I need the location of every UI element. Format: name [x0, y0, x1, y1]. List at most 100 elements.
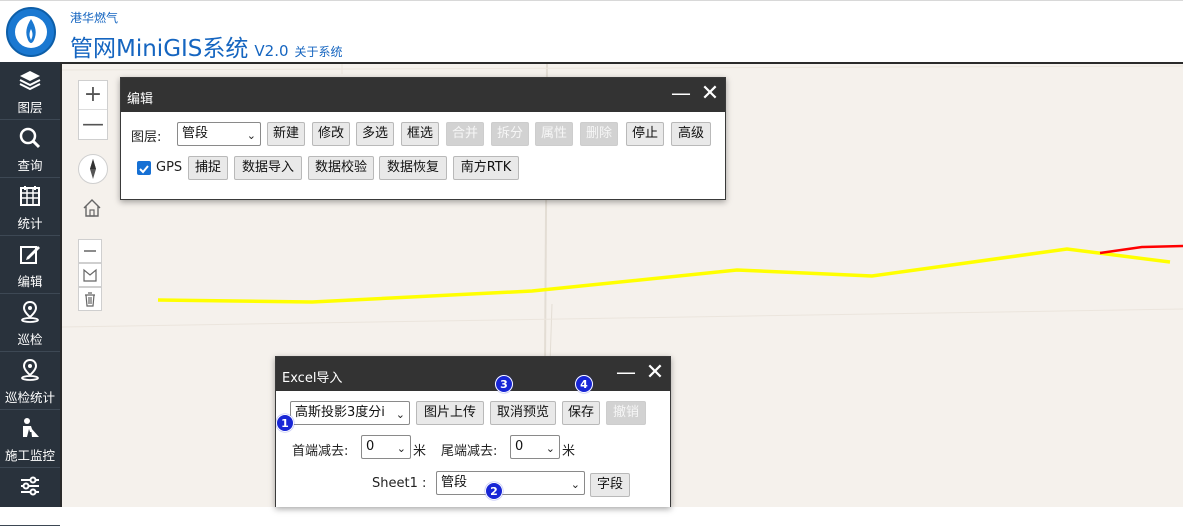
location-pin-icon — [21, 300, 39, 323]
sidebar-item-statistics[interactable]: 统计 — [0, 178, 60, 236]
sidebar-item-construction-monitor[interactable]: 施工监控 — [0, 410, 60, 468]
edit-panel-header[interactable]: 编辑 — ✕ — [121, 78, 725, 112]
layers-icon — [19, 71, 41, 91]
company-name: 港华燃气 — [70, 11, 119, 25]
sidebar-item-label: 查询 — [17, 158, 43, 173]
app-header: 港华燃气 管网MiniGIS系统 V2.0 关于系统 — [0, 0, 1183, 62]
box-select-button[interactable]: 框选 — [401, 122, 439, 146]
about-system-link[interactable]: 关于系统 — [295, 45, 343, 59]
merge-button[interactable]: 合并 — [446, 122, 484, 146]
clear-drawings-button[interactable] — [78, 287, 102, 311]
compass-button[interactable] — [78, 154, 108, 184]
sheet-label: Sheet1 : — [372, 476, 427, 491]
chevron-down-icon: ⌄ — [396, 442, 406, 455]
data-import-button[interactable]: 数据导入 — [234, 156, 302, 180]
tail-reduce-select[interactable]: 0 ⌄ — [510, 435, 560, 459]
advanced-button[interactable]: 高级 — [671, 122, 711, 146]
draw-polygon-button[interactable] — [78, 263, 102, 287]
location-pin-icon — [21, 358, 39, 381]
layer-label: 图层: — [131, 130, 162, 145]
attributes-button[interactable]: 属性 — [535, 122, 573, 146]
multi-select-button[interactable]: 多选 — [356, 122, 394, 146]
stop-button[interactable]: 停止 — [626, 122, 664, 146]
home-icon — [83, 199, 101, 217]
image-upload-button[interactable]: 图片上传 — [416, 401, 484, 425]
snap-button[interactable]: 捕捉 — [188, 156, 228, 180]
projection-select-value: 高斯投影3度分i — [295, 405, 385, 420]
sidebar-item-edit[interactable]: 编辑 — [0, 236, 60, 294]
edit-icon — [20, 246, 40, 264]
delete-button[interactable]: 删除 — [580, 122, 618, 146]
chevron-down-icon: ⌄ — [246, 129, 256, 142]
version-label: V2.0 — [254, 42, 289, 60]
tail-reduce-label: 尾端减去: — [441, 444, 498, 459]
close-button[interactable]: ✕ — [644, 360, 666, 386]
head-reduce-label: 首端减去: — [292, 444, 349, 459]
construction-worker-icon — [23, 418, 39, 437]
excel-panel-title: Excel导入 — [282, 371, 343, 386]
polygon-icon — [83, 268, 97, 282]
excel-import-panel: Excel导入 — ✕ 高斯投影3度分i ⌄ 图片上传 取消预览 保存 撤销 首… — [275, 356, 671, 507]
save-button[interactable]: 保存 — [562, 401, 600, 425]
minimize-button[interactable]: — — [616, 360, 636, 384]
sidebar-item-layers[interactable]: 图层 — [0, 62, 60, 120]
undo-button[interactable]: 撤销 — [606, 401, 646, 425]
line-icon — [84, 250, 96, 252]
sidebar-item-inspection-stats[interactable]: 巡检统计 — [0, 352, 60, 410]
head-reduce-select[interactable]: 0 ⌄ — [361, 435, 411, 459]
layer-select-value: 管段 — [182, 126, 209, 141]
sheet-select[interactable]: 管段 ⌄ — [436, 471, 585, 495]
sheet-select-value: 管段 — [441, 475, 468, 490]
excel-panel-header[interactable]: Excel导入 — ✕ — [276, 357, 670, 391]
sidebar-item-label: 施工监控 — [4, 448, 55, 463]
sidebar: 图层 查询 统计 编辑 巡检 巡检统计 施工监控 — [0, 62, 60, 526]
app-title: 管网MiniGIS系统 V2.0 关于系统 — [70, 29, 343, 63]
sliders-icon — [21, 476, 39, 496]
new-button[interactable]: 新建 — [267, 122, 305, 146]
sidebar-item-label: 编辑 — [17, 274, 43, 289]
zoom-out-button[interactable]: — — [79, 111, 107, 140]
sidebar-item-label: 统计 — [17, 216, 43, 231]
gps-checkbox[interactable] — [137, 161, 151, 175]
app-title-text: 管网MiniGIS系统 — [70, 36, 249, 62]
edit-panel: 编辑 — ✕ 图层: 管段 ⌄ 新建 修改 多选 框选 合并 拆分 属性 删除 … — [120, 77, 726, 200]
sidebar-item-label: 巡检统计 — [4, 390, 55, 405]
cancel-preview-button[interactable]: 取消预览 — [490, 401, 556, 425]
layer-select[interactable]: 管段 ⌄ — [177, 122, 261, 146]
checkmark-icon — [139, 165, 149, 174]
head-reduce-value: 0 — [366, 439, 375, 454]
split-button[interactable]: 拆分 — [491, 122, 529, 146]
head-reduce-unit: 米 — [413, 444, 427, 459]
chevron-down-icon: ⌄ — [395, 408, 405, 421]
tail-reduce-unit: 米 — [562, 444, 576, 459]
edit-panel-title: 编辑 — [127, 92, 154, 107]
pipeline-yellow — [157, 247, 1171, 304]
data-restore-button[interactable]: 数据恢复 — [379, 156, 447, 180]
sidebar-item-query[interactable]: 查询 — [0, 120, 60, 178]
gps-label: GPS — [156, 160, 183, 175]
sidebar-item-label: 巡检 — [17, 332, 43, 347]
chevron-down-icon: ⌄ — [570, 478, 580, 491]
chevron-down-icon: ⌄ — [545, 442, 555, 455]
step-badge-3: 3 — [495, 375, 513, 393]
projection-select[interactable]: 高斯投影3度分i ⌄ — [290, 401, 410, 425]
step-badge-1: 1 — [276, 414, 294, 432]
close-button[interactable]: ✕ — [699, 81, 721, 107]
flame-logo-icon — [6, 7, 56, 57]
draw-line-button[interactable] — [78, 239, 102, 263]
modify-button[interactable]: 修改 — [312, 122, 350, 146]
step-badge-2: 2 — [485, 482, 503, 500]
field-button[interactable]: 字段 — [590, 473, 630, 497]
search-icon — [19, 127, 41, 149]
sidebar-item-settings[interactable] — [0, 468, 60, 526]
pipeline-red — [1099, 244, 1183, 255]
sidebar-item-inspection[interactable]: 巡检 — [0, 294, 60, 352]
data-validate-button[interactable]: 数据校验 — [308, 156, 374, 180]
step-badge-4: 4 — [575, 375, 593, 393]
home-button[interactable] — [78, 194, 106, 222]
south-rtk-button[interactable]: 南方RTK — [453, 156, 519, 180]
zoom-in-button[interactable]: + — [79, 81, 107, 110]
minimize-button[interactable]: — — [671, 81, 691, 105]
sidebar-item-label: 图层 — [17, 100, 43, 115]
compass-icon — [90, 159, 96, 179]
